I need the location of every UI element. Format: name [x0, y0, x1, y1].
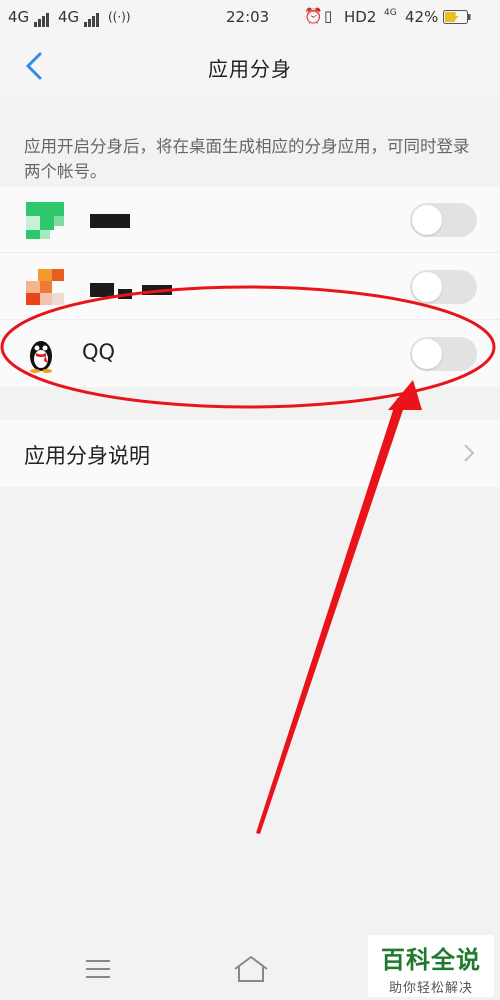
app-row-weibo	[0, 253, 500, 320]
mini-4g-badge: 4G	[384, 8, 397, 18]
status-bar: 4G 4G ((·)) 22:03 ⏰ ▯ HD2 4G 42%	[0, 0, 500, 36]
redacted-name	[142, 285, 172, 295]
network-2-indicator: 4G	[58, 8, 100, 27]
weibo-icon	[24, 267, 66, 307]
redacted-name	[90, 283, 114, 297]
network-1-label: 4G	[8, 8, 30, 26]
toggle-knob	[412, 272, 442, 302]
watermark-title: 百科全说	[381, 946, 481, 974]
network-1-indicator: 4G	[8, 8, 50, 27]
header: 应用分身	[0, 36, 500, 96]
battery-icon	[443, 10, 471, 28]
battery-percent: 42%	[405, 8, 439, 26]
hd-badge: HD2	[344, 8, 377, 26]
vibrate-icon: ▯	[324, 7, 333, 25]
alarm-icon: ⏰	[304, 7, 323, 25]
hotspot-icon: ((·))	[108, 10, 131, 24]
redacted-name	[118, 289, 132, 299]
clone-explanation-label: 应用分身说明	[24, 444, 150, 468]
app-row-qq: QQ	[0, 320, 500, 387]
clone-toggle[interactable]	[410, 337, 477, 371]
watermark-logo: 百科全说 助你轻松解决	[368, 935, 494, 997]
app-name: QQ	[82, 340, 116, 364]
clone-toggle[interactable]	[410, 203, 477, 237]
network-2-label: 4G	[58, 8, 80, 26]
toggle-knob	[412, 339, 442, 369]
page-title: 应用分身	[208, 57, 292, 81]
redacted-name	[90, 214, 130, 228]
clone-toggle[interactable]	[410, 270, 477, 304]
signal-icon	[33, 9, 50, 27]
chevron-right-icon	[464, 444, 475, 462]
app-list: QQ	[0, 186, 500, 387]
clock: 22:03	[226, 8, 270, 26]
watermark-subtitle: 助你轻松解决	[388, 981, 473, 996]
home-icon[interactable]	[232, 954, 270, 984]
wechat-icon	[24, 200, 66, 240]
signal-icon	[83, 9, 100, 27]
qq-penguin-icon	[24, 334, 66, 374]
app-row-wechat	[0, 186, 500, 253]
toggle-knob	[412, 205, 442, 235]
clone-explanation-row[interactable]: 应用分身说明	[0, 420, 500, 487]
menu-icon[interactable]	[85, 958, 111, 980]
description-text: 应用开启分身后，将在桌面生成相应的分身应用，可同时登录两个帐号。	[24, 137, 470, 181]
